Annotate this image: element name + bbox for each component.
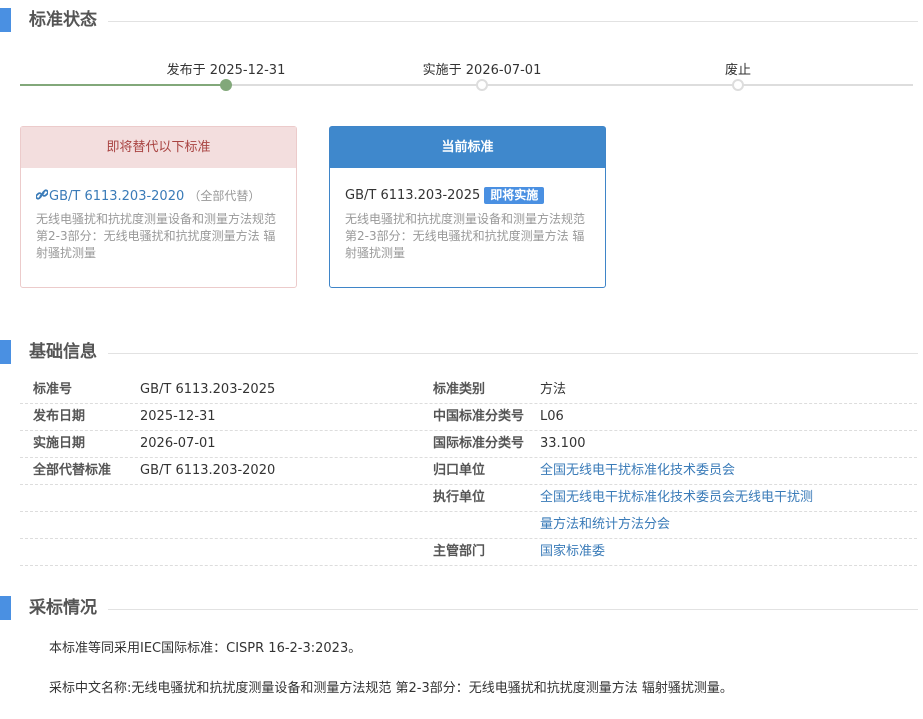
replaced-standard-line: GB/T 6113.203-2020 （全部代替） <box>35 187 261 204</box>
current-standard-line: GB/T 6113.203-2025 即将实施 <box>345 187 545 204</box>
current-standard-card: 当前标准 GB/T 6113.203-2025 即将实施 无线电骚扰和抗扰度测量设… <box>329 126 606 288</box>
info-row: 主管部门 国家标准委 <box>20 539 917 566</box>
timeline-step-abolished-label: 废止 <box>724 63 752 78</box>
status-badge: 即将实施 <box>484 187 545 204</box>
info-label: 全部代替标准 <box>33 463 112 478</box>
executing-unit-link[interactable]: 全国无线电干扰标准化技术委员会无线电干扰测 <box>540 485 813 511</box>
info-label: 国际标准分类号 <box>433 436 525 451</box>
section-header-adoption: 采标情况 <box>0 596 923 620</box>
info-row: 标准号 GB/T 6113.203-2025 标准类别 方法 <box>20 377 917 404</box>
section-divider <box>108 609 918 610</box>
section-title: 基础信息 <box>29 342 97 362</box>
current-standard-code: GB/T 6113.203-2025 <box>345 188 481 203</box>
info-value: 33.100 <box>540 436 586 451</box>
executing-unit-link-continued[interactable]: 量方法和统计方法分会 <box>540 512 670 538</box>
section-divider <box>108 353 918 354</box>
info-value: 2025-12-31 <box>140 409 216 424</box>
info-value: 方法 <box>540 382 567 397</box>
adoption-chinese-name: 采标中文名称:无线电骚扰和抗扰度测量设备和测量方法规范 第2-3部分：无线电骚扰… <box>49 681 733 696</box>
authority-link[interactable]: 国家标准委 <box>540 539 605 565</box>
info-label: 中国标准分类号 <box>433 409 525 424</box>
replaced-standard-code: GB/T 6113.203-2020 <box>49 189 185 204</box>
section-accent-bar <box>0 8 11 32</box>
section-accent-bar <box>0 596 11 620</box>
section-header-basic: 基础信息 <box>0 340 923 364</box>
timeline-step-abolished-dot <box>732 79 744 91</box>
timeline-step-published-label: 发布于 2025-12-31 <box>166 63 286 78</box>
replaced-standard-card: 即将替代以下标准 GB/T 6113.203-2020 （全部代替） 无线电骚扰… <box>20 126 297 288</box>
basic-info-table: 标准号 GB/T 6113.203-2025 标准类别 方法 发布日期 2025… <box>20 377 917 566</box>
replaced-standard-description: 无线电骚扰和抗扰度测量设备和测量方法规范 第2-3部分：无线电骚扰和抗扰度测量方… <box>36 212 277 260</box>
current-standard-description: 无线电骚扰和抗扰度测量设备和测量方法规范 第2-3部分：无线电骚扰和抗扰度测量方… <box>345 212 586 260</box>
info-label: 执行单位 <box>433 490 486 505</box>
info-label: 发布日期 <box>33 409 86 424</box>
info-row: 全部代替标准 GB/T 6113.203-2020 归口单位 全国无线电干扰标准… <box>20 458 917 485</box>
timeline-step-implemented-dot <box>476 79 488 91</box>
timeline-progress <box>20 84 226 86</box>
replaced-card-header: 即将替代以下标准 <box>21 127 296 168</box>
centralized-unit-link[interactable]: 全国无线电干扰标准化技术委员会 <box>540 458 735 484</box>
replaced-standard-note: （全部代替） <box>188 189 261 203</box>
info-label: 归口单位 <box>433 463 486 478</box>
current-card-header: 当前标准 <box>330 127 605 168</box>
section-title: 标准状态 <box>29 10 97 30</box>
section-accent-bar <box>0 340 11 364</box>
info-row: 执行单位 全国无线电干扰标准化技术委员会无线电干扰测 <box>20 485 917 512</box>
info-value: GB/T 6113.203-2025 <box>140 382 276 397</box>
info-row: 实施日期 2026-07-01 国际标准分类号 33.100 <box>20 431 917 458</box>
info-value: L06 <box>540 409 564 424</box>
info-value: 2026-07-01 <box>140 436 216 451</box>
section-divider <box>108 21 918 22</box>
info-label: 标准号 <box>33 382 73 397</box>
timeline-step-published-dot <box>220 79 232 91</box>
adoption-text: 本标准等同采用IEC国际标准：CISPR 16-2-3:2023。 <box>49 641 362 656</box>
info-row: 量方法和统计方法分会 <box>20 512 917 539</box>
info-label: 标准类别 <box>433 382 486 397</box>
timeline-step-implemented-label: 实施于 2026-07-01 <box>422 63 542 78</box>
page: 标准状态 发布于 2025-12-31 实施于 2026-07-01 废止 即将… <box>0 0 923 719</box>
section-header-status: 标准状态 <box>0 8 923 32</box>
info-value: GB/T 6113.203-2020 <box>140 463 276 478</box>
info-label: 实施日期 <box>33 436 86 451</box>
status-timeline: 发布于 2025-12-31 实施于 2026-07-01 废止 <box>20 56 913 96</box>
replaced-standard-link[interactable]: GB/T 6113.203-2020 <box>35 188 188 204</box>
section-title: 采标情况 <box>29 598 97 618</box>
info-label: 主管部门 <box>433 544 486 559</box>
info-row: 发布日期 2025-12-31 中国标准分类号 L06 <box>20 404 917 431</box>
link-icon <box>35 188 49 201</box>
